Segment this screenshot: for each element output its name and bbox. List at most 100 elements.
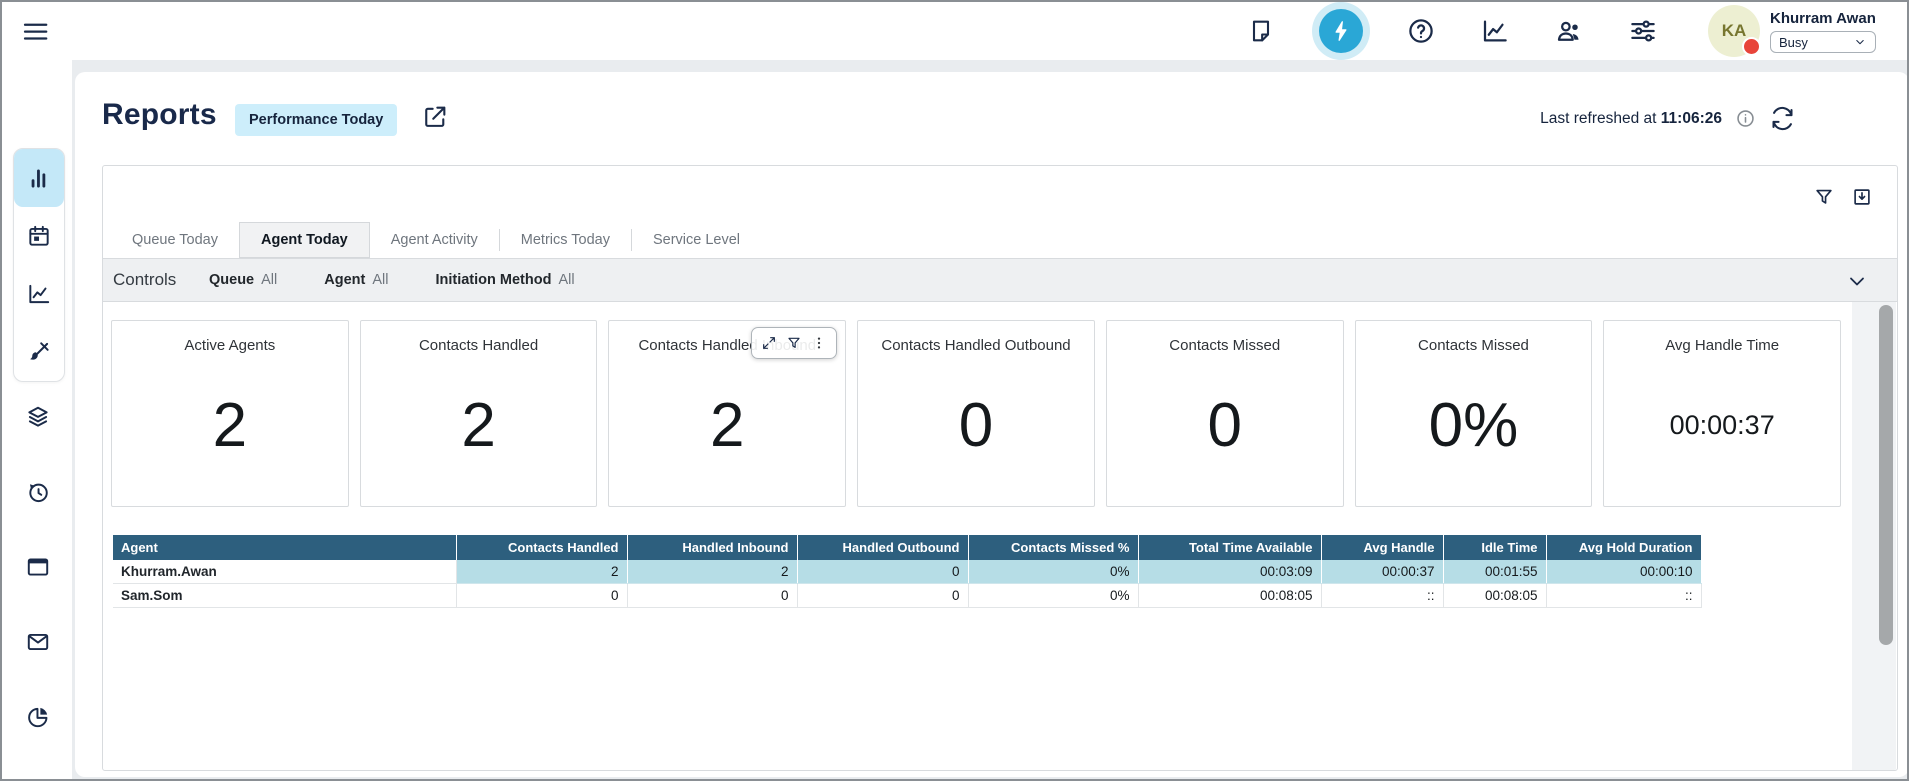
cell-value: 0%: [968, 584, 1138, 608]
col-contacts-missed-pct[interactable]: Contacts Missed %: [968, 535, 1138, 560]
cell-value: 0: [797, 584, 968, 608]
sidebar-lower-group: ⚙: [13, 404, 63, 781]
main-content: Reports Performance Today Last refreshed…: [75, 72, 1909, 777]
col-agent[interactable]: Agent: [113, 535, 456, 560]
status-value: Busy: [1779, 35, 1808, 50]
topbar-icon-row: [1245, 2, 1659, 60]
kpi-card-active-agents[interactable]: Active Agents 2: [111, 320, 349, 507]
cell-value: 00:08:05: [1138, 584, 1321, 608]
sidebar-item-browser-window[interactable]: [25, 554, 51, 580]
info-icon[interactable]: [1735, 108, 1756, 129]
kpi-card-contacts-handled-inbound[interactable]: Contacts Handled Inbound 2: [608, 320, 846, 507]
scrollbar-thumb[interactable]: [1879, 305, 1893, 645]
initiation-method-filter[interactable]: Initiation Method All: [435, 272, 574, 288]
tab-agent-today[interactable]: Agent Today: [239, 222, 370, 258]
user-box: Khurram Awan Busy: [1770, 10, 1888, 53]
kpi-card-contacts-handled-outbound[interactable]: Contacts Handled Outbound 0: [857, 320, 1095, 507]
boost-icon[interactable]: [1319, 9, 1363, 53]
pie-chart-icon: [25, 704, 51, 730]
dashboard-panel: Queue Today Agent Today Agent Activity M…: [102, 165, 1898, 771]
sidebar-item-layers[interactable]: [25, 404, 51, 430]
page-title: Reports: [102, 98, 217, 132]
tab-metrics-today[interactable]: Metrics Today: [500, 222, 631, 258]
filter-icon[interactable]: [786, 335, 802, 351]
cell-value: 00:00:37: [1321, 560, 1443, 584]
sidebar: ⚙: [2, 60, 72, 779]
filter-icon[interactable]: [1813, 186, 1835, 208]
brush-icon: [26, 339, 52, 365]
controls-bar: Controls Queue All Agent All Initiation …: [103, 258, 1897, 302]
agent-filter[interactable]: Agent All: [324, 272, 388, 288]
refresh-icon[interactable]: [1769, 105, 1796, 132]
panel-corner-actions: [1813, 186, 1873, 208]
notes-icon[interactable]: [1245, 15, 1277, 47]
report-badge[interactable]: Performance Today: [235, 104, 397, 136]
sidebar-report-group: [13, 148, 65, 382]
cell-value: 00:00:10: [1546, 560, 1701, 584]
report-tabs: Queue Today Agent Today Agent Activity M…: [111, 222, 761, 258]
sidebar-item-history[interactable]: [25, 479, 51, 505]
external-link-icon[interactable]: [421, 103, 449, 131]
sidebar-item-pie-chart[interactable]: [25, 704, 51, 730]
col-handled-outbound[interactable]: Handled Outbound: [797, 535, 968, 560]
collapse-chevron-icon[interactable]: [1845, 269, 1869, 293]
kpi-cards-row: Active Agents 2 Contacts Handled 2 Conta…: [111, 320, 1841, 507]
card-hover-toolbar: [751, 327, 837, 359]
user-name: Khurram Awan: [1770, 10, 1888, 27]
layers-icon: [25, 404, 51, 430]
app-screen: KA Khurram Awan Busy: [0, 0, 1909, 781]
tab-service-level[interactable]: Service Level: [632, 222, 761, 258]
vertical-scrollbar[interactable]: [1852, 302, 1896, 770]
sidebar-item-brush[interactable]: [14, 323, 64, 381]
tab-agent-activity[interactable]: Agent Activity: [370, 222, 499, 258]
kpi-card-contacts-handled[interactable]: Contacts Handled 2: [360, 320, 598, 507]
last-refreshed: Last refreshed at 11:06:26: [1540, 105, 1796, 132]
agent-name: Sam.Som: [113, 584, 456, 608]
col-avg-hold-duration[interactable]: Avg Hold Duration: [1546, 535, 1701, 560]
cell-value: 00:03:09: [1138, 560, 1321, 584]
download-icon[interactable]: [1851, 186, 1873, 208]
sidebar-item-calendar[interactable]: [14, 207, 64, 265]
contacts-icon[interactable]: [1553, 15, 1585, 47]
kpi-card-avg-handle-time[interactable]: Avg Handle Time 00:00:37: [1603, 320, 1841, 507]
agent-metrics-table: Agent Contacts Handled Handled Inbound H…: [113, 535, 1702, 608]
sidebar-item-line-chart[interactable]: [14, 265, 64, 323]
calendar-icon: [26, 223, 52, 249]
col-idle-time[interactable]: Idle Time: [1443, 535, 1546, 560]
col-total-time-available[interactable]: Total Time Available: [1138, 535, 1321, 560]
preferences-icon[interactable]: [1627, 15, 1659, 47]
queue-filter[interactable]: Queue All: [209, 272, 277, 288]
hamburger-menu-icon[interactable]: [20, 16, 50, 46]
cell-value: ::: [1546, 584, 1701, 608]
cell-value: ::: [1321, 584, 1443, 608]
kebab-menu-icon[interactable]: [811, 335, 827, 351]
cell-value: 00:08:05: [1443, 584, 1546, 608]
help-icon[interactable]: [1405, 15, 1437, 47]
browser-window-icon: [25, 554, 51, 580]
agent-metrics-table-wrap: Agent Contacts Handled Handled Inbound H…: [113, 535, 1702, 608]
table-header-row: Agent Contacts Handled Handled Inbound H…: [113, 535, 1701, 560]
bar-chart-icon: [26, 165, 52, 191]
tab-queue-today[interactable]: Queue Today: [111, 222, 239, 258]
kpi-card-contacts-missed[interactable]: Contacts Missed 0: [1106, 320, 1344, 507]
last-refreshed-text: Last refreshed at 11:06:26: [1540, 110, 1722, 128]
col-avg-handle[interactable]: Avg Handle: [1321, 535, 1443, 560]
chevron-down-icon: [1853, 35, 1867, 49]
top-bar: KA Khurram Awan Busy: [2, 2, 1907, 60]
kpi-card-contacts-missed-pct[interactable]: Contacts Missed 0%: [1355, 320, 1593, 507]
avatar[interactable]: KA: [1708, 5, 1760, 57]
expand-icon[interactable]: [761, 335, 777, 351]
analytics-icon[interactable]: [1479, 15, 1511, 47]
table-row[interactable]: Sam.Som 0 0 0 0% 00:08:05 :: 00:08:05 ::: [113, 584, 1701, 608]
sidebar-item-bar-chart[interactable]: [14, 149, 64, 207]
cell-value: 2: [627, 560, 797, 584]
table-row[interactable]: Khurram.Awan 2 2 0 0% 00:03:09 00:00:37 …: [113, 560, 1701, 584]
panel-content: Active Agents 2 Contacts Handled 2 Conta…: [103, 302, 1897, 770]
controls-title: Controls: [113, 270, 209, 290]
sidebar-item-mail[interactable]: [25, 629, 51, 655]
col-handled-inbound[interactable]: Handled Inbound: [627, 535, 797, 560]
mail-icon: [25, 629, 51, 655]
col-contacts-handled[interactable]: Contacts Handled: [456, 535, 627, 560]
status-select[interactable]: Busy: [1770, 31, 1876, 53]
cell-value: 2: [456, 560, 627, 584]
